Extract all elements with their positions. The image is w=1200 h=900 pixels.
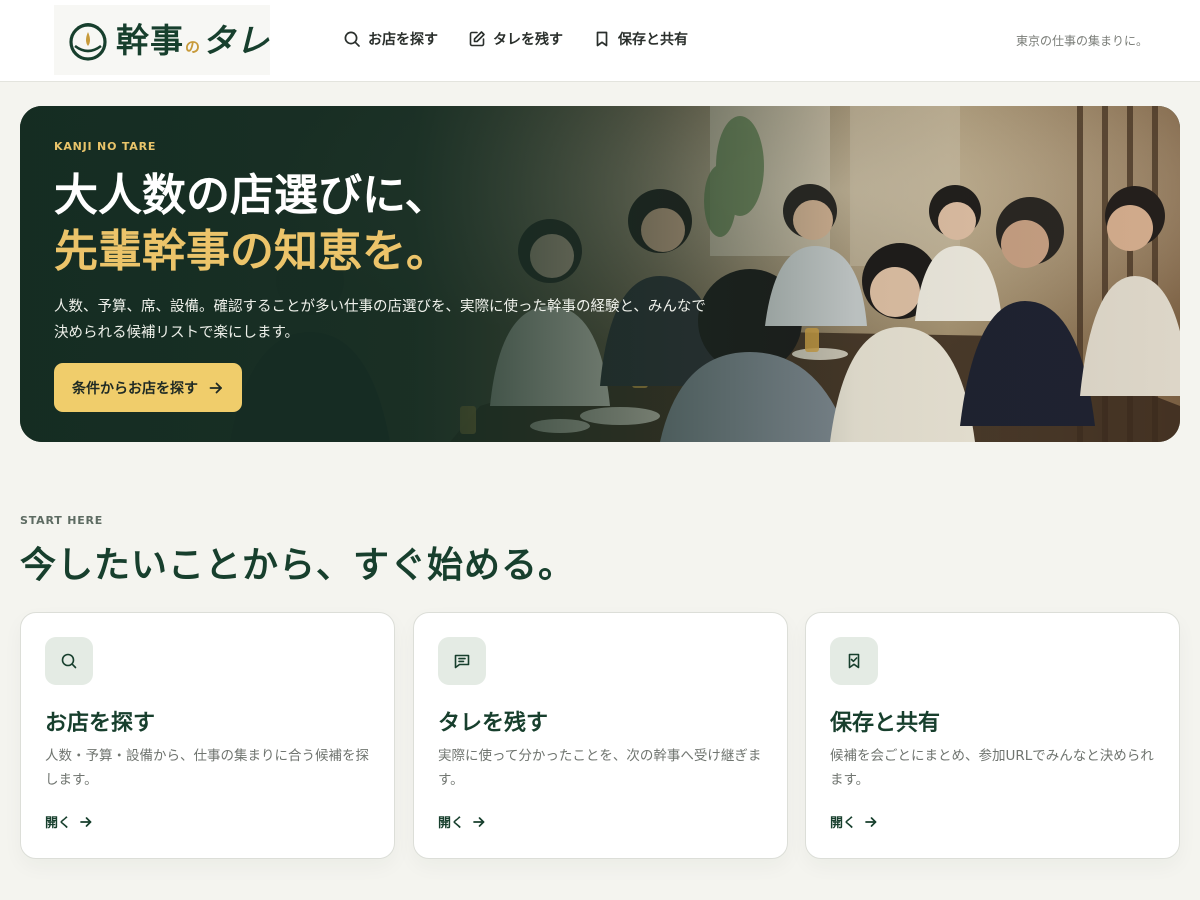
site-logo[interactable]: 幹事のタレ (54, 5, 270, 75)
arrow-right-icon (473, 816, 485, 827)
site-header: 幹事のタレ お店を探す タレを残す 保存と共有 東京の仕事の集まりに。 (0, 0, 1200, 82)
card-description: 実際に使って分かったことを、次の幹事へ受け継ぎます。 (438, 748, 762, 788)
card-search-restaurants[interactable]: お店を探す 人数・予算・設備から、仕事の集まりに合う候補を探します。 開く (20, 612, 395, 859)
nav-item-search[interactable]: お店を探す (343, 28, 438, 50)
edit-icon (469, 31, 485, 47)
hero-title-line2: 先輩幹事の知恵を。 (54, 226, 450, 277)
hero-title-line1: 大人数の店選びに、 (54, 170, 449, 221)
card-open-link[interactable]: 開く (438, 812, 486, 831)
hero-banner: KANJI NO TARE 大人数の店選びに、 先輩幹事の知恵を。 人数、予算、… (20, 106, 1180, 442)
card-leave-tips[interactable]: タレを残す 実際に使って分かったことを、次の幹事へ受け継ぎます。 開く (413, 612, 788, 859)
section-eyebrow: START HERE (20, 514, 104, 527)
arrow-right-icon (209, 382, 222, 393)
card-description: 候補を会ごとにまとめ、参加URLでみんなと決められます。 (830, 748, 1154, 788)
card-icon-wrap (45, 637, 93, 685)
search-icon (61, 653, 77, 669)
card-icon-wrap (830, 637, 878, 685)
search-icon (344, 31, 360, 47)
sauce-bowl-logo-icon (69, 23, 107, 61)
card-link-label: 開く (45, 816, 72, 831)
nav-item-label: 保存と共有 (618, 32, 688, 48)
card-description: 人数・予算・設備から、仕事の集まりに合う候補を探します。 (45, 748, 369, 788)
arrow-right-icon (80, 816, 92, 827)
card-open-link[interactable]: 開く (830, 812, 878, 831)
main-nav: お店を探す タレを残す 保存と共有 (343, 28, 688, 50)
card-title: 保存と共有 (830, 710, 941, 736)
hero-description: 人数、予算、席、設備。確認することが多い仕事の店選びを、実際に使った幹事の経験と… (54, 299, 706, 341)
message-icon (454, 654, 470, 669)
section-title: 今したいことから、すぐ始める。 (20, 544, 576, 586)
logo-no: の (185, 37, 202, 56)
card-open-link[interactable]: 開く (45, 812, 93, 831)
header-tagline: 東京の仕事の集まりに。 (1015, 34, 1148, 48)
bookmark-icon (596, 31, 608, 47)
nav-item-label: お店を探す (368, 32, 438, 48)
arrow-right-icon (865, 816, 877, 827)
logo-wordmark: 幹事のタレ (116, 24, 270, 57)
card-link-label: 開く (438, 816, 465, 831)
hero-eyebrow: KANJI NO TARE (54, 140, 157, 153)
card-link-label: 開く (830, 816, 857, 831)
card-save-and-share[interactable]: 保存と共有 候補を会ごとにまとめ、参加URLでみんなと決められます。 開く (805, 612, 1180, 859)
card-title: タレを残す (438, 710, 549, 736)
card-title: お店を探す (45, 710, 156, 736)
nav-item-write[interactable]: タレを残す (468, 28, 563, 50)
search-by-conditions-button[interactable]: 条件からお店を探す (54, 363, 242, 412)
logo-main: 幹事 (116, 20, 184, 60)
logo-tare: タレ (202, 20, 271, 60)
bookmark-check-icon (848, 653, 860, 669)
card-icon-wrap (438, 637, 486, 685)
cta-label: 条件からお店を探す (72, 380, 198, 397)
nav-item-saved[interactable]: 保存と共有 (593, 28, 688, 50)
hero-title: 大人数の店選びに、 先輩幹事の知恵を。 (54, 168, 450, 280)
nav-item-label: タレを残す (493, 32, 563, 48)
